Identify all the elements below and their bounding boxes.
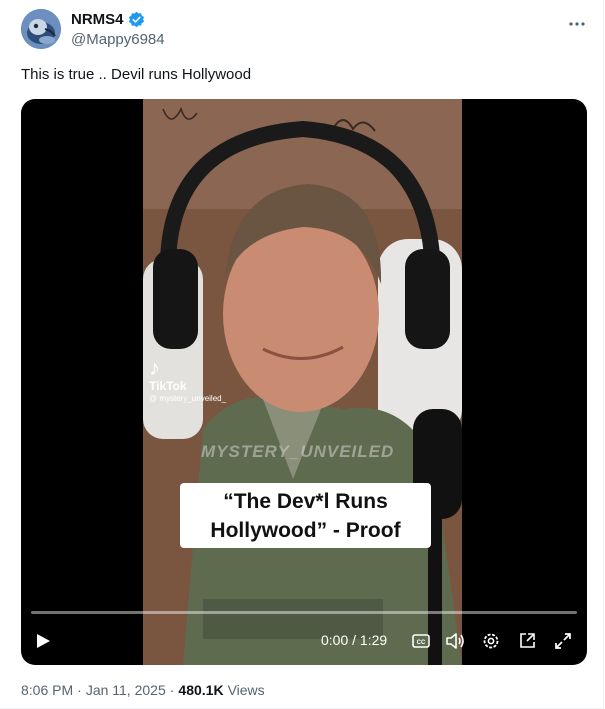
time-display: 0:00 / 1:29 xyxy=(321,632,388,648)
avatar[interactable] xyxy=(21,9,61,49)
author-display-name[interactable]: NRMS4 xyxy=(71,11,124,28)
svg-text:CC: CC xyxy=(417,640,426,646)
caption-line1: “The Dev*l Runs xyxy=(223,490,388,513)
tiktok-user: @ mystery_unveiled_ xyxy=(149,394,227,403)
post-time[interactable]: 8:06 PM xyxy=(21,682,73,698)
post-card[interactable]: NRMS4 @Mappy6984 This is true .. Devil r… xyxy=(0,0,604,709)
author-handle[interactable]: @Mappy6984 xyxy=(71,31,165,48)
pip-icon[interactable] xyxy=(517,631,537,651)
video-controls: 0:00 / 1:29 CC xyxy=(21,627,587,657)
video-player[interactable]: ♪ TikTok @ mystery_unveiled_ MYSTERY_UNV… xyxy=(21,99,587,665)
tiktok-overlay: ♪ TikTok @ mystery_unveiled_ xyxy=(149,355,227,404)
volume-icon[interactable] xyxy=(445,631,465,651)
post-date[interactable]: Jan 11, 2025 xyxy=(86,682,166,698)
watermark: MYSTERY_UNVEILED xyxy=(201,442,395,461)
captions-icon[interactable]: CC xyxy=(411,631,431,651)
fullscreen-icon[interactable] xyxy=(553,631,573,651)
settings-icon[interactable] xyxy=(481,631,501,651)
tiktok-brand: TikTok xyxy=(149,379,187,393)
verified-badge-icon xyxy=(128,11,145,28)
progress-bar[interactable] xyxy=(31,611,577,614)
more-icon[interactable] xyxy=(566,14,588,34)
meta-separator: · xyxy=(169,682,175,698)
views-count[interactable]: 480.1K xyxy=(178,682,223,698)
post-text: This is true .. Devil runs Hollywood xyxy=(21,66,252,83)
video-caption: “The Dev*l Runs Hollywood” - Proof xyxy=(180,483,431,548)
views-label: Views xyxy=(227,682,265,698)
meta-separator: · xyxy=(77,682,82,698)
post-meta: 8:06 PM · Jan 11, 2025 · 480.1K Views xyxy=(21,682,265,698)
tiktok-logo-icon: ♪ xyxy=(149,355,160,380)
caption-line2: Hollywood” - Proof xyxy=(210,519,401,542)
play-icon[interactable] xyxy=(35,633,51,649)
